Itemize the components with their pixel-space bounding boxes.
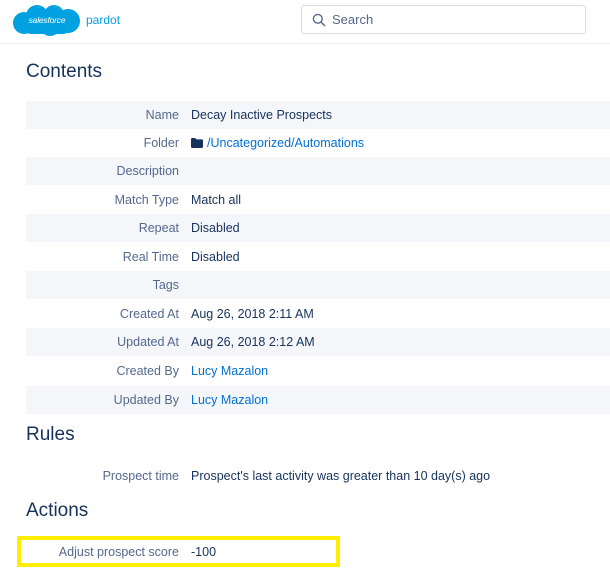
field-label: Created By: [116, 364, 179, 378]
field-row-folder: Folder /Uncategorized/Automations: [26, 129, 610, 157]
contents-title: Contents: [26, 61, 103, 82]
field-label: Folder: [143, 136, 179, 150]
field-label: Updated At: [117, 335, 179, 349]
field-label: Tags: [152, 278, 179, 292]
field-value: Match all: [191, 193, 242, 207]
actions-title: Actions: [26, 500, 89, 521]
search-input[interactable]: [332, 6, 582, 33]
field-label: Created At: [119, 307, 179, 321]
rule-value: Prospect's last activity was greater tha…: [191, 469, 491, 483]
search-box[interactable]: [301, 5, 586, 34]
created-by-user-link[interactable]: Lucy Mazalon: [191, 364, 268, 378]
field-label: Match Type: [114, 193, 179, 207]
field-label: Real Time: [122, 250, 179, 264]
search-icon: [312, 13, 326, 27]
rules-title: Rules: [26, 424, 75, 445]
folder-path[interactable]: /Uncategorized/Automations: [207, 136, 364, 150]
field-value: Aug 26, 2018 2:11 AM: [191, 307, 314, 321]
field-label: Updated By: [113, 393, 179, 407]
rule-row-prospect-time: Prospect time Prospect's last activity w…: [26, 462, 610, 490]
field-row-updated-by: Updated By Lucy Mazalon: [26, 386, 610, 414]
field-value: Decay Inactive Prospects: [191, 108, 333, 122]
pardot-wordmark: pardot: [86, 13, 121, 27]
field-row-real-time: Real Time Disabled: [26, 243, 610, 271]
field-row-match-type: Match Type Match all: [26, 186, 610, 214]
salesforce-wordmark: salesforce: [28, 15, 66, 25]
top-bar: salesforce pardot: [0, 0, 610, 44]
field-label: Repeat: [138, 221, 179, 235]
updated-by-user-link[interactable]: Lucy Mazalon: [191, 393, 268, 407]
salesforce-pardot-logo[interactable]: salesforce pardot: [10, 4, 130, 36]
highlight-box: [17, 536, 340, 567]
field-row-repeat: Repeat Disabled: [26, 214, 610, 242]
field-row-created-at: Created At Aug 26, 2018 2:11 AM: [26, 300, 610, 328]
field-label: Description: [116, 164, 179, 178]
field-value: Disabled: [191, 221, 240, 235]
field-value: Disabled: [191, 250, 240, 264]
field-label: Name: [145, 108, 179, 122]
field-row-description: Description: [26, 157, 610, 185]
field-row-tags: Tags: [26, 271, 610, 299]
field-row-updated-at: Updated At Aug 26, 2018 2:12 AM: [26, 328, 610, 356]
field-value: Aug 26, 2018 2:12 AM: [191, 335, 315, 349]
rule-label: Prospect time: [102, 469, 179, 483]
folder-link[interactable]: /Uncategorized/Automations: [191, 136, 364, 150]
folder-icon: [191, 138, 203, 148]
field-row-name: Name Decay Inactive Prospects: [26, 101, 610, 129]
field-row-created-by: Created By Lucy Mazalon: [26, 357, 610, 385]
